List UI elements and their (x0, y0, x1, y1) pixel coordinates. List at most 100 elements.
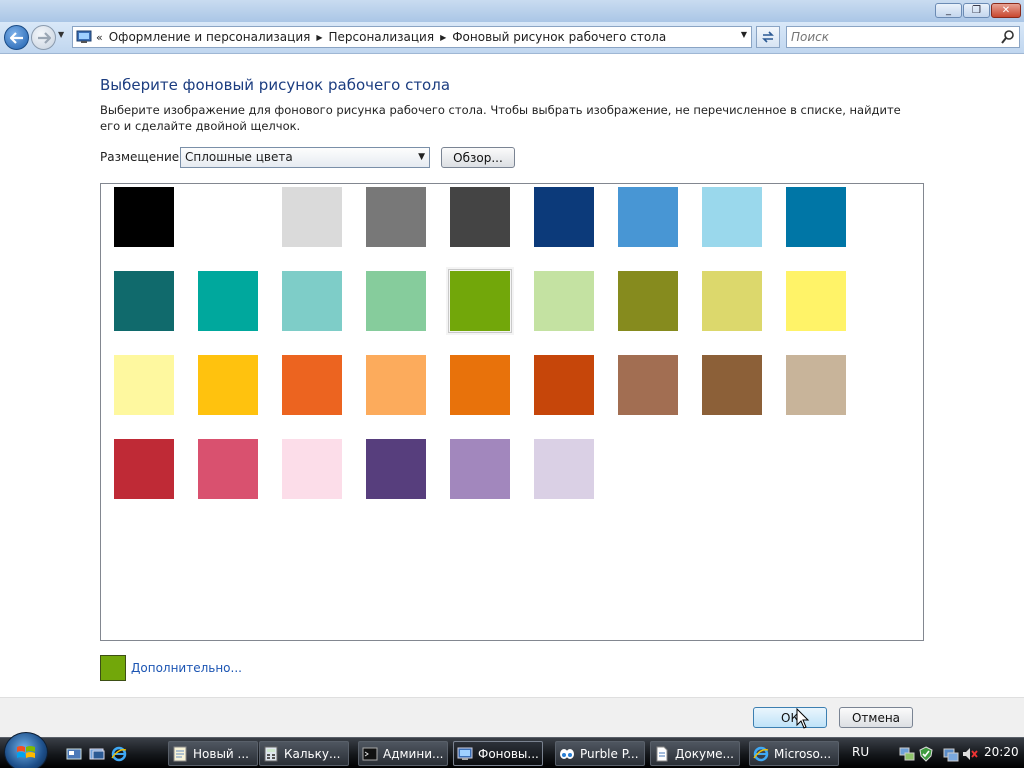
close-button[interactable]: ✕ (991, 3, 1021, 18)
minimize-icon: _ (946, 5, 951, 16)
network-icon[interactable] (899, 746, 915, 762)
taskbar-button[interactable]: Докуме... (650, 741, 740, 766)
breadcrumb-appearance[interactable]: Оформление и персонализация (109, 30, 311, 44)
color-swatch[interactable] (702, 355, 762, 415)
color-swatch[interactable] (618, 187, 678, 247)
color-swatch[interactable] (114, 187, 174, 247)
refresh-button[interactable] (756, 26, 780, 48)
taskbar-button-label: Фоновы... (478, 746, 539, 761)
color-swatch[interactable] (786, 271, 846, 331)
taskbar-button[interactable]: Админи... (358, 741, 448, 766)
taskbar-button-label: Админи... (383, 746, 444, 761)
color-swatch[interactable] (450, 187, 510, 247)
taskbar-button[interactable]: Новый ... (168, 741, 258, 766)
taskbar-button[interactable]: Фоновы... (453, 741, 543, 766)
start-button[interactable] (4, 732, 48, 768)
forward-button[interactable] (31, 25, 56, 50)
volume-muted-icon[interactable] (962, 746, 978, 762)
maximize-icon: ❐ (972, 5, 981, 16)
color-swatch[interactable] (702, 271, 762, 331)
color-swatch[interactable] (618, 355, 678, 415)
search-icon[interactable] (1001, 29, 1015, 45)
calculator-icon (264, 746, 278, 761)
color-swatch[interactable] (702, 187, 762, 247)
color-swatch[interactable] (114, 439, 174, 499)
connection-icon[interactable] (943, 746, 959, 762)
refresh-icon (762, 31, 774, 43)
breadcrumb-separator-icon[interactable]: ▶ (440, 33, 446, 42)
taskbar-button-label: Microso... (774, 746, 832, 761)
address-bar[interactable]: « Оформление и персонализация ▶ Персонал… (72, 26, 752, 48)
security-icon[interactable] (918, 746, 934, 762)
browse-button[interactable]: Обзор... (441, 147, 515, 168)
color-swatch[interactable] (282, 439, 342, 499)
taskbar-button[interactable]: Кальку... (259, 741, 349, 766)
breadcrumb-separator-icon[interactable]: ▶ (316, 33, 322, 42)
back-button[interactable] (4, 25, 29, 50)
color-swatch[interactable] (198, 271, 258, 331)
navigation-bar: ▼ « Оформление и персонализация ▶ Персон… (0, 22, 1024, 54)
color-swatch[interactable] (282, 271, 342, 331)
color-swatch[interactable] (282, 355, 342, 415)
cmd-icon (362, 747, 378, 760)
advanced-link[interactable]: Дополнительно... (131, 661, 242, 675)
breadcrumb-desktop-background[interactable]: Фоновый рисунок рабочего стола (452, 30, 666, 44)
color-swatch[interactable] (366, 187, 426, 247)
maximize-button[interactable]: ❐ (963, 3, 990, 18)
color-swatch-list (100, 183, 924, 641)
taskbar-button-label: Purble P... (580, 746, 639, 761)
color-swatch[interactable] (450, 439, 510, 499)
color-swatch[interactable] (534, 355, 594, 415)
ok-button[interactable]: ОК (753, 707, 827, 728)
back-arrow-icon (9, 31, 23, 44)
ie-icon[interactable] (111, 746, 127, 762)
language-indicator[interactable]: RU (852, 745, 869, 759)
notepad-icon (173, 746, 187, 761)
taskbar-button-label: Докуме... (675, 746, 734, 761)
breadcrumb-personalization[interactable]: Персонализация (329, 30, 435, 44)
color-swatch[interactable] (366, 271, 426, 331)
cancel-button[interactable]: Отмена (839, 707, 913, 728)
color-swatch[interactable] (534, 271, 594, 331)
forward-arrow-icon (37, 31, 51, 44)
taskbar-button-label: Новый ... (193, 746, 249, 761)
color-swatch-selected[interactable] (448, 269, 512, 333)
minimize-button[interactable]: _ (935, 3, 962, 18)
color-swatch[interactable] (198, 187, 258, 247)
taskbar-button[interactable]: Microso... (749, 741, 839, 766)
color-swatch[interactable] (198, 439, 258, 499)
placement-selected-value: Сплошные цвета (185, 150, 293, 164)
show-desktop-icon[interactable] (66, 746, 82, 762)
chevron-down-icon: ▼ (418, 152, 425, 162)
breadcrumb-overflow-icon[interactable]: « (96, 31, 103, 44)
title-bar: _ ❐ ✕ (0, 0, 1024, 22)
page-title: Выберите фоновый рисунок рабочего стола (100, 76, 451, 94)
switch-windows-icon[interactable] (89, 746, 105, 762)
taskbar-button[interactable]: Purble P... (555, 741, 645, 766)
color-swatch[interactable] (534, 439, 594, 499)
search-input[interactable] (791, 27, 991, 47)
search-box[interactable] (786, 26, 1020, 48)
ie-icon (753, 746, 769, 761)
color-swatch[interactable] (366, 439, 426, 499)
color-swatch[interactable] (282, 187, 342, 247)
close-icon: ✕ (1001, 5, 1011, 16)
taskbar-button-label: Кальку... (284, 746, 341, 761)
page-description: Выберите изображение для фонового рисунк… (100, 103, 901, 133)
color-swatch[interactable] (534, 187, 594, 247)
color-swatch[interactable] (786, 187, 846, 247)
color-swatch[interactable] (786, 355, 846, 415)
recent-pages-dropdown[interactable]: ▼ (58, 30, 68, 44)
placement-label: Размещение (100, 150, 180, 164)
control-panel-icon (457, 747, 473, 760)
color-swatch[interactable] (114, 271, 174, 331)
color-swatch[interactable] (618, 271, 678, 331)
dialog-footer: ОК Отмена (0, 697, 1024, 737)
color-swatch[interactable] (114, 355, 174, 415)
clock[interactable]: 20:20 (984, 745, 1019, 759)
color-swatch[interactable] (198, 355, 258, 415)
placement-select[interactable]: Сплошные цвета ▼ (180, 147, 430, 168)
color-swatch[interactable] (366, 355, 426, 415)
color-swatch[interactable] (450, 355, 510, 415)
address-dropdown-icon[interactable]: ▼ (741, 30, 747, 39)
